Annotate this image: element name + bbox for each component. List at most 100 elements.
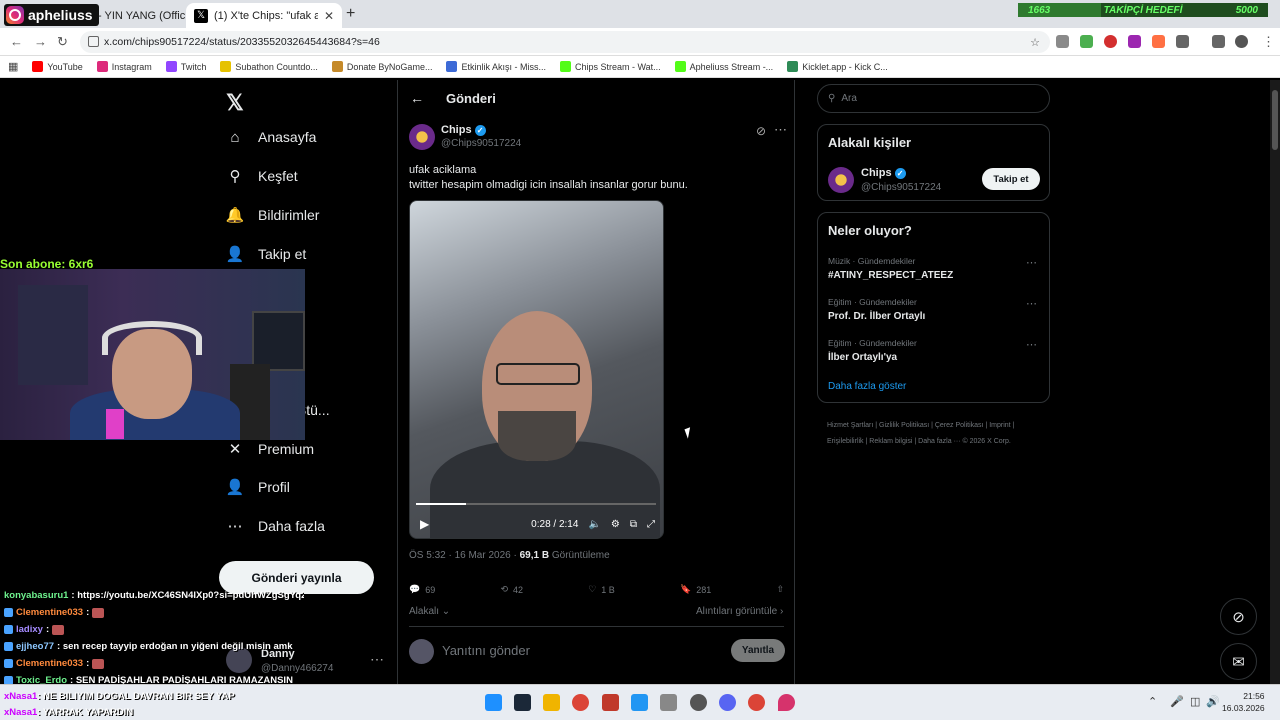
shield-extension-icon[interactable] [1056,35,1069,48]
chat-message: Clementine033: [4,604,304,621]
tab-x-post[interactable]: 𝕏 (1) X'te Chips: "ufak aciklama tw ✕ [186,3,342,28]
author-handle[interactable]: @Chips90517224 [441,138,521,149]
bookmark-star-icon[interactable]: ☆ [1030,36,1040,49]
system-clock[interactable]: 21:56 16.03.2026 [1222,690,1265,714]
tab-youtube[interactable]: - YIN YANG (Offici... ✕ [90,3,185,28]
sidebar-item-follow[interactable]: 👤 Takip et [226,245,307,263]
scrollbar-thumb[interactable] [1272,90,1278,150]
like-button[interactable]: ♡ 1 B [588,584,615,595]
grok-fab-icon[interactable]: ⊘ [1220,598,1257,635]
post-text-line: twitter hesapim olmadigi icin insallah i… [409,179,688,191]
forward-arrow-icon[interactable]: → [34,34,47,49]
bookmark-item[interactable]: YouTube [32,61,83,72]
fullscreen-icon[interactable]: ⤢ [647,519,655,530]
taskbar: xNasa1: NE BILIYIM DOGAL DAVRAN BIR SEY … [0,684,1280,720]
steam-icon[interactable] [514,694,531,711]
bookmark-item[interactable]: Donate ByNoGame... [331,61,432,72]
bookmark-item[interactable]: Etkinlik Akışı - Miss... [446,61,546,72]
pip-icon[interactable]: ⧉ [630,519,637,530]
discord-icon[interactable] [719,694,736,711]
more-dots-icon[interactable]: ⋯ [774,122,787,138]
windows-start-icon[interactable] [485,694,502,711]
bookmark-button[interactable]: 🔖 281 [680,584,711,595]
bookmark-item[interactable]: Chips Stream - Wat... [559,61,661,72]
puzzle-extensions-icon[interactable] [1176,35,1189,48]
new-tab-icon[interactable]: + [346,5,355,23]
show-more-link[interactable]: Daha fazla göster [828,381,906,392]
sidebar-item-more-circle[interactable]: ⋯ Daha fazla [226,517,325,535]
bookmark-item[interactable]: Apheliuss Stream -... [674,61,773,72]
opera-extension-icon[interactable] [1104,35,1117,48]
app-icon[interactable] [660,694,677,711]
volume-icon[interactable]: 🔊 [1206,695,1220,708]
x-favicon-icon: 𝕏 [194,8,208,23]
bookmark-item[interactable]: Kicklet.app - Kick C... [787,61,888,72]
apps-grid-icon[interactable]: ▦ [8,60,18,73]
relevant-name[interactable]: Chips ✓ [861,167,906,179]
bookmark-item[interactable]: Subathon Countdo... [220,61,318,72]
tab-search-icon[interactable] [1212,35,1225,48]
bookmark-favicon-icon [32,61,44,72]
more-dots-icon[interactable]: ⋯ [1026,297,1037,310]
volume-icon[interactable]: 🔈 [588,519,600,530]
orange-extension-icon[interactable] [1152,35,1165,48]
sidebar-item-x-premium[interactable]: ✕ Premium [226,440,314,458]
video-progress-bar[interactable] [416,503,656,505]
sidebar-item-label: Bildirimler [258,207,320,223]
purple-extension-icon[interactable] [1128,35,1141,48]
chrome-icon[interactable] [748,694,765,711]
more-dots-icon[interactable]: ⋯ [370,651,384,668]
settings-gear-icon[interactable]: ⚙ [611,519,620,530]
network-icon[interactable]: ◫ [1190,695,1200,708]
maps-pin-icon[interactable] [778,694,795,711]
url-input[interactable]: x.com/chips90517224/status/2033552032645… [80,31,1050,53]
reply-input[interactable]: Yanıtını gönder [442,643,530,658]
bookmark-item[interactable]: Twitch [165,61,206,72]
bookmark-item[interactable]: Instagram [96,61,152,72]
avatar [409,639,434,664]
app-icon[interactable] [631,694,648,711]
site-settings-icon[interactable] [88,36,99,47]
back-arrow-icon[interactable]: ← [410,90,424,106]
trend-item[interactable]: Eğitim · Gündemdekiler İlber Ortaylı'ya ⋯ [828,338,1038,363]
close-icon[interactable]: ✕ [324,9,334,23]
app-icon[interactable] [602,694,619,711]
reload-icon[interactable]: ↻ [57,34,68,50]
play-icon[interactable]: ▶ [420,517,429,531]
author-name[interactable]: Chips ✓ [441,124,486,136]
back-arrow-icon[interactable]: ← [10,34,23,49]
trend-item[interactable]: Eğitim · Gündemdekiler Prof. Dr. İlber Or… [828,297,1038,322]
related-dropdown[interactable]: Alakalı ⌄ [409,606,450,617]
green-extension-icon[interactable] [1080,35,1093,48]
search-input[interactable]: ⚲ Ara [817,84,1050,113]
reply-submit-button[interactable]: Yanıtla [731,639,785,662]
tray-chevron-icon[interactable]: ⌃ [1148,695,1157,708]
scrollbar[interactable] [1270,80,1280,684]
share-button[interactable]: ⇧ [776,584,784,595]
relevant-avatar[interactable] [828,167,854,193]
reply-button[interactable]: 💬 69 [409,584,435,595]
menu-kebab-icon[interactable]: ⋮ [1262,34,1275,50]
sidebar-item-search[interactable]: ⚲ Keşfet [226,167,298,185]
app-icon[interactable] [690,694,707,711]
footer-links[interactable]: Hizmet Şartları | Gizlilik Politikası | … [827,418,1047,450]
more-dots-icon[interactable]: ⋯ [1026,256,1037,269]
more-dots-icon[interactable]: ⋯ [1026,338,1037,351]
sidebar-item-home[interactable]: ⌂ Anasayfa [226,128,316,146]
messages-fab-icon[interactable]: ✉ [1220,643,1257,680]
author-avatar[interactable] [409,124,435,150]
sidebar-item-bell[interactable]: 🔔 Bildirimler [226,206,320,224]
view-quotes-link[interactable]: Alıntıları görüntüle › [696,606,783,617]
grok-icon[interactable]: ⊘ [756,124,766,138]
repost-button[interactable]: ⟲ 42 [500,584,523,595]
follow-button[interactable]: Takip et [982,168,1040,190]
sidebar-item-profile[interactable]: 👤 Profil [226,478,290,496]
chrome-icon[interactable] [572,694,589,711]
microphone-icon[interactable]: 🎤 [1170,695,1184,708]
profile-avatar-icon[interactable] [1235,35,1248,48]
x-logo-icon[interactable]: 𝕏 [226,90,244,116]
trend-item[interactable]: Müzik · Gündemdekiler #ATINY_RESPECT_ATEE… [828,256,1038,281]
streamer-name: apheliuss [28,7,93,23]
file-explorer-icon[interactable] [543,694,560,711]
video-player[interactable]: ▶ 0:28 / 2:14 🔈 ⚙ ⧉ ⤢ [409,200,664,539]
